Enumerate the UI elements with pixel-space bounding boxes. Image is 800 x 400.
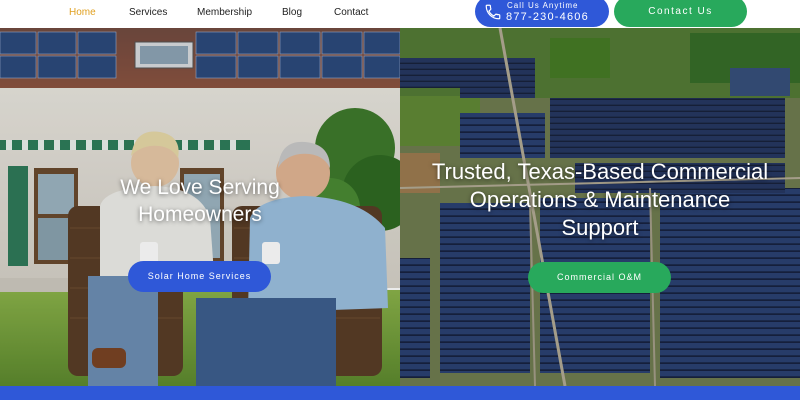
nav-blog[interactable]: Blog	[282, 7, 302, 18]
hero-homeowners-title: We Love Serving Homeowners	[120, 176, 280, 226]
contact-us-button[interactable]: Contact Us	[614, 0, 747, 27]
call-us-label: Call Us Anytime	[507, 1, 579, 10]
call-us-button[interactable]: Call Us Anytime 877-230-4606	[475, 0, 609, 27]
nav-membership[interactable]: Membership	[197, 7, 252, 18]
nav-contact[interactable]: Contact	[334, 7, 368, 18]
phone-icon	[485, 4, 501, 20]
commercial-om-button[interactable]: Commercial O&M	[528, 262, 671, 293]
hero-homeowners: We Love Serving Homeowners Solar Home Se…	[0, 28, 400, 386]
hero-commercial-title: Trusted, Texas-Based Commercial Operatio…	[431, 159, 769, 240]
footer-strip	[0, 386, 800, 400]
hero-commercial: Trusted, Texas-Based Commercial Operatio…	[400, 28, 800, 386]
phone-number: 877-230-4606	[506, 11, 589, 23]
site-header: Home Services Membership Blog Contact Ca…	[0, 0, 800, 28]
solar-home-services-button[interactable]: Solar Home Services	[128, 261, 271, 292]
nav-services[interactable]: Services	[129, 7, 167, 18]
nav-home[interactable]: Home	[69, 7, 96, 18]
